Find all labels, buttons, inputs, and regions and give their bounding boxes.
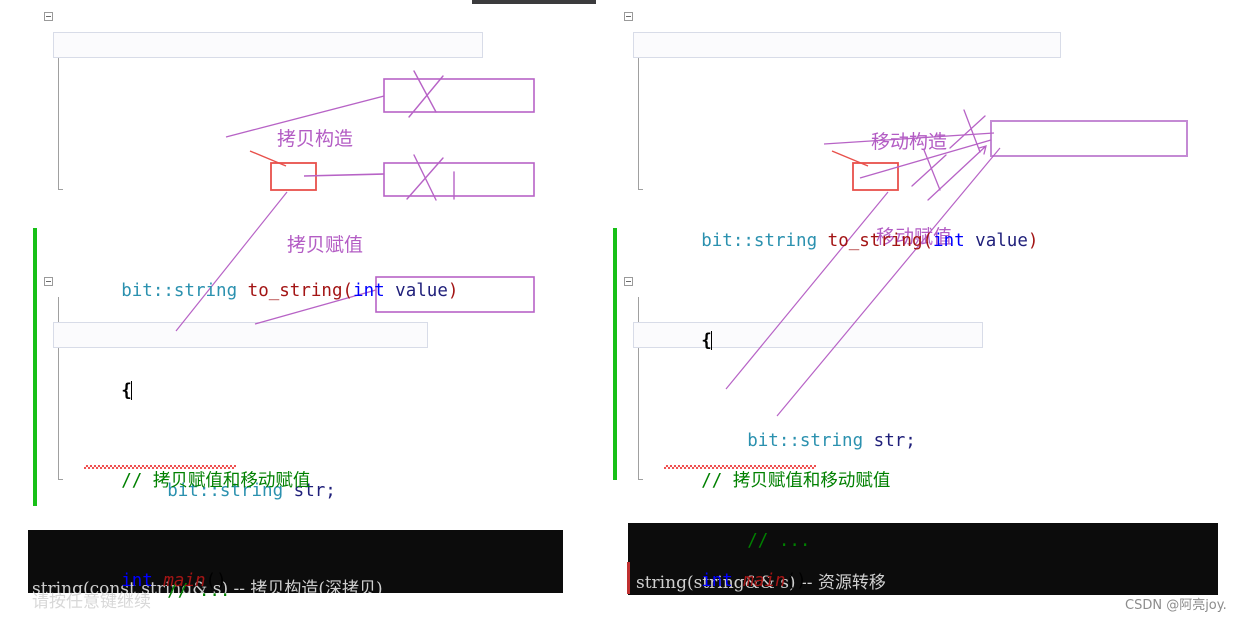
left-unsaved-changes-bar xyxy=(33,228,37,506)
right-unsaved-changes-bar xyxy=(613,228,617,480)
code-line-main-signature[interactable]: int main() xyxy=(44,544,564,569)
code-line-signature[interactable]: bit::string to_string(int value) xyxy=(624,204,1144,229)
code-line-main-signature[interactable]: int main() xyxy=(624,544,1144,569)
code-line-decl-str[interactable]: bit::string str; xyxy=(624,404,1144,429)
token-paren-close: ) xyxy=(448,281,459,301)
code-line-blank[interactable] xyxy=(624,604,1144,619)
spellcheck-squiggle xyxy=(84,465,236,469)
token-function-name: to_string( xyxy=(817,231,933,251)
current-line-highlight xyxy=(53,322,428,348)
code-line-comment-ellipsis[interactable]: // ... xyxy=(624,504,1144,529)
token-function-main: main xyxy=(743,571,785,591)
token-type-name: bit::string xyxy=(121,281,237,301)
code-line-comment-header[interactable]: // 拷贝赋值和移动赋值 xyxy=(624,444,1144,469)
spellcheck-squiggle xyxy=(664,465,816,469)
code-line-comment-header[interactable]: // 拷贝赋值和移动赋值 xyxy=(44,444,564,469)
outline-collapse-icon[interactable] xyxy=(44,12,53,21)
token-comment: // 拷贝赋值和移动赋值 xyxy=(701,471,890,491)
outline-collapse-icon[interactable] xyxy=(624,12,633,21)
token-keyword-int: int xyxy=(353,281,385,301)
text-caret xyxy=(131,381,132,400)
token-function-name: to_string( xyxy=(237,281,353,301)
code-line-open-brace[interactable]: { xyxy=(624,304,1144,329)
current-line-highlight xyxy=(633,32,1061,58)
text-caret xyxy=(711,331,712,350)
token-param-name: value xyxy=(385,281,448,301)
annotation-label-move-construct: 移动构造 xyxy=(871,127,947,154)
screenshot-root: bit::string to_string(int value) { bit::… xyxy=(0,0,1254,619)
token-paren-close: ) xyxy=(1028,231,1039,251)
annotation-label-copy-assign: 拷贝赋值 xyxy=(287,230,363,257)
token-type-name: bit::string xyxy=(701,231,817,251)
token-comment: // 拷贝赋值和移动赋值 xyxy=(121,471,310,491)
current-line-highlight xyxy=(53,32,483,58)
token-keyword-int: int xyxy=(121,571,153,591)
outline-collapse-icon[interactable] xyxy=(624,277,633,286)
token-parens: () xyxy=(206,571,227,591)
token-parens: () xyxy=(786,571,807,591)
token-function-main: main xyxy=(163,571,205,591)
token-keyword-int: int xyxy=(933,231,965,251)
code-line-signature[interactable]: bit::string to_string(int value) xyxy=(44,254,564,279)
annotation-label-copy-construct: 拷贝构造 xyxy=(277,124,353,151)
token-keyword-int: int xyxy=(701,571,733,591)
code-line-open-brace[interactable]: { xyxy=(44,354,564,379)
token-param-name: value xyxy=(965,231,1028,251)
right-code-editor[interactable]: bit::string to_string(int value) { bit::… xyxy=(624,4,1144,619)
